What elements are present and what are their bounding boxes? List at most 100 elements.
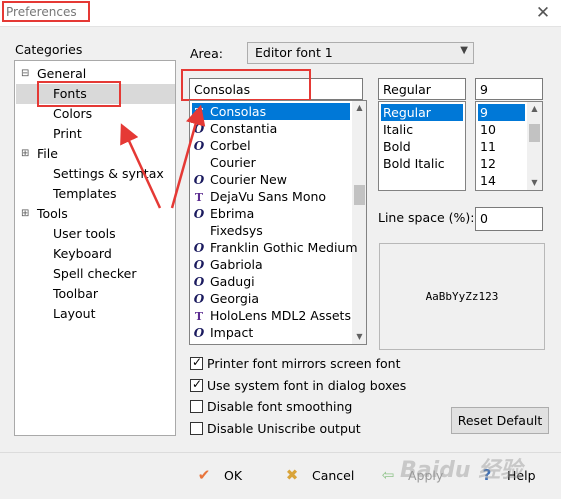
scroll-thumb[interactable] <box>354 185 365 205</box>
tree-item-spell-checker[interactable]: Spell checker <box>53 265 136 283</box>
list-item[interactable]: T Consolas <box>192 103 350 120</box>
checkbox[interactable] <box>190 421 203 435</box>
option-checkbox-row[interactable]: Use system font in dialog boxes <box>190 377 406 393</box>
checkbox[interactable] <box>190 400 203 413</box>
opentype-icon: O <box>193 241 205 255</box>
close-button[interactable]: ✕ <box>530 2 556 24</box>
tree-expander-icon[interactable]: ⊟ <box>21 69 30 79</box>
cancel-button[interactable]: ✖ Cancel <box>281 462 355 488</box>
font-style-list[interactable]: Regular Italic Bold Bold Italic <box>378 101 466 191</box>
watermark-logo: Baidu 经验 <box>400 458 523 483</box>
list-item[interactable]: Courier <box>192 154 350 171</box>
size-list-scrollbar[interactable]: ▲ ▼ <box>527 102 542 190</box>
font-size-list[interactable]: ▲ ▼ 9 10 11 12 14 <box>475 101 543 191</box>
list-item-label: Franklin Gothic Medium <box>209 240 358 255</box>
list-item[interactable]: T DejaVu Sans Mono <box>192 188 350 205</box>
tree-expander-icon[interactable]: ⊞ <box>21 209 30 219</box>
list-item[interactable]: O Franklin Gothic Medium <box>192 239 358 256</box>
option-checkbox-row[interactable]: Disable Uniscribe output <box>190 421 361 436</box>
line-space-input[interactable]: 0 <box>475 207 543 231</box>
list-item[interactable]: O Impact <box>192 324 350 341</box>
ok-button[interactable]: ✔ OK <box>193 462 242 488</box>
annotation-highlight-fonts <box>37 81 121 107</box>
list-item-label: I... <box>210 342 226 344</box>
checkbox[interactable] <box>190 377 203 392</box>
tree-item-keyboard[interactable]: Keyboard <box>53 245 112 263</box>
list-item-label: Courier <box>209 155 256 170</box>
list-item[interactable]: O Georgia <box>192 290 350 307</box>
tree-item-templates[interactable]: Templates <box>53 185 117 203</box>
option-checkbox-row[interactable]: Disable font smoothing <box>190 399 352 414</box>
list-item[interactable]: Bold Italic <box>381 155 463 172</box>
list-item-label: Ebrima <box>209 206 255 221</box>
scroll-thumb[interactable] <box>529 124 540 142</box>
list-item[interactable]: Italic <box>381 121 463 138</box>
list-item-label: Gabriola <box>209 257 263 272</box>
font-style-field-value: Regular <box>383 82 431 97</box>
tree-item-layout[interactable]: Layout <box>53 305 96 323</box>
list-item-label: Consolas <box>209 104 267 119</box>
scroll-down-icon[interactable]: ▼ <box>527 176 542 190</box>
list-item[interactable]: Fixedsys <box>192 222 350 239</box>
reset-default-button[interactable]: Reset Default <box>451 407 549 434</box>
list-item[interactable]: 9 <box>478 104 525 121</box>
ok-label: OK <box>224 468 243 483</box>
cancel-x-icon: ✖ <box>285 466 299 484</box>
tree-item-print[interactable]: Print <box>53 125 82 143</box>
list-item-label: Italic <box>383 122 414 137</box>
truetype-icon: T <box>194 310 204 323</box>
opentype-icon: O <box>193 207 205 221</box>
font-preview: AaBbYyZz123 <box>379 243 545 350</box>
list-item-label: Fixedsys <box>209 223 263 238</box>
tree-item-tools[interactable]: Tools <box>37 205 68 223</box>
checkbox[interactable] <box>190 355 203 370</box>
list-item[interactable]: 10 <box>478 121 525 138</box>
font-style-field[interactable]: Regular <box>378 78 466 100</box>
list-item[interactable]: Regular <box>381 104 463 121</box>
opentype-icon: O <box>193 173 205 187</box>
cancel-label: Cancel <box>312 468 355 483</box>
scroll-down-icon[interactable]: ▼ <box>352 330 366 344</box>
list-item[interactable]: O Gadugi <box>192 273 350 290</box>
font-name-list[interactable]: ▲ ▼ T Consolas O Constantia O Corbel Couri… <box>189 100 367 345</box>
list-item[interactable]: O Courier New <box>192 171 350 188</box>
tree-item-user-tools[interactable]: User tools <box>53 225 116 243</box>
list-item-label: Gadugi <box>209 274 255 289</box>
truetype-icon: T <box>194 191 204 204</box>
opentype-icon: O <box>193 326 205 340</box>
list-item[interactable]: O Corbel <box>192 137 350 154</box>
opentype-icon: O <box>193 258 205 272</box>
annotation-highlight-title <box>2 1 90 22</box>
list-item[interactable]: Bold <box>381 138 463 155</box>
tree-expander-icon[interactable]: ⊞ <box>21 149 30 159</box>
font-list-scrollbar[interactable]: ▲ ▼ <box>352 101 366 344</box>
list-item-label: Impact <box>209 325 254 340</box>
option-checkbox-row[interactable]: Printer font mirrors screen font <box>190 355 401 371</box>
categories-tree[interactable]: ⊟ General Fonts Colors Print ⊞ File Settings & … <box>14 60 176 436</box>
opentype-icon: O <box>193 139 205 153</box>
opentype-icon: O <box>193 275 205 289</box>
list-item-label: Bold Italic <box>383 156 445 171</box>
tree-item-settings-syntax[interactable]: Settings & syntax <box>53 165 164 183</box>
list-item-label: Corbel <box>209 138 251 153</box>
font-size-field[interactable]: 9 <box>475 78 543 100</box>
list-item[interactable]: O Gabriola <box>192 256 350 273</box>
list-item[interactable]: 12 <box>478 155 525 172</box>
list-item-label: 10 <box>480 122 496 137</box>
list-item[interactable]: 14 <box>478 172 525 189</box>
list-item[interactable]: O Constantia <box>192 120 350 137</box>
line-space-value: 0 <box>480 211 488 226</box>
list-item[interactable]: T HoloLens MDL2 Assets <box>192 307 351 324</box>
list-item-label: 14 <box>480 173 496 188</box>
area-select[interactable]: Editor font 1 ▼ <box>247 42 474 64</box>
tree-item-colors[interactable]: Colors <box>53 105 92 123</box>
tree-item-toolbar[interactable]: Toolbar <box>53 285 98 303</box>
list-item-label: 9 <box>480 105 488 120</box>
tree-item-file[interactable]: File <box>37 145 58 163</box>
scroll-up-icon[interactable]: ▲ <box>527 102 542 116</box>
list-item[interactable]: 11 <box>478 138 525 155</box>
opentype-icon: O <box>193 122 205 136</box>
list-item[interactable]: O I... <box>192 341 350 344</box>
list-item[interactable]: O Ebrima <box>192 205 350 222</box>
scroll-up-icon[interactable]: ▲ <box>352 101 366 115</box>
